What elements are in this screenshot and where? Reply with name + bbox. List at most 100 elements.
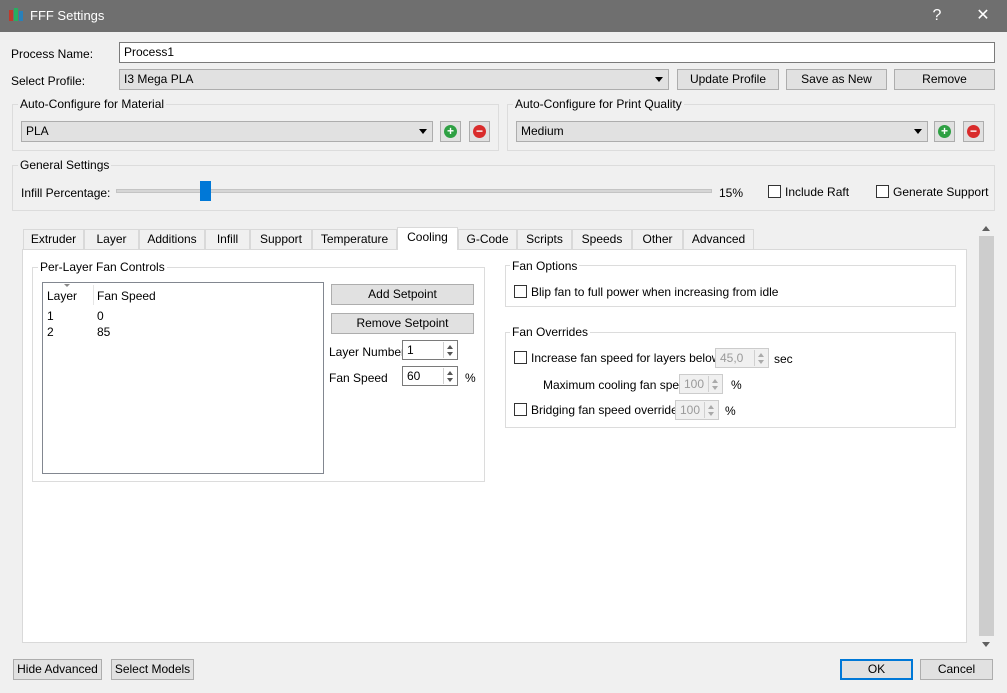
quality-value: Medium bbox=[521, 124, 564, 138]
quality-group-label: Auto-Configure for Print Quality bbox=[513, 97, 684, 111]
chevron-down-icon bbox=[419, 129, 427, 134]
tab-extruder[interactable]: Extruder bbox=[23, 229, 84, 249]
table-row[interactable]: 2 85 bbox=[43, 324, 323, 341]
title-bar: FFF Settings ? ✕ bbox=[0, 0, 1007, 32]
tab-cooling[interactable]: Cooling bbox=[397, 227, 458, 250]
row-speed: 0 bbox=[97, 309, 104, 323]
fan-speed-label: Fan Speed bbox=[329, 371, 388, 385]
tab-gcode[interactable]: G-Code bbox=[458, 229, 517, 249]
include-raft-label: Include Raft bbox=[785, 185, 850, 199]
increase-fan-input[interactable]: 45,0 bbox=[715, 348, 769, 368]
scrollbar[interactable] bbox=[978, 222, 995, 653]
tab-speeds[interactable]: Speeds bbox=[572, 229, 632, 249]
fan-controls-label: Per-Layer Fan Controls bbox=[38, 260, 167, 274]
select-models-button[interactable]: Select Models bbox=[111, 659, 194, 680]
add-setpoint-button[interactable]: Add Setpoint bbox=[331, 284, 474, 305]
tab-scripts[interactable]: Scripts bbox=[517, 229, 572, 249]
update-profile-button[interactable]: Update Profile bbox=[677, 69, 779, 90]
window-title: FFF Settings bbox=[30, 8, 105, 23]
generate-support-checkbox[interactable] bbox=[876, 185, 889, 198]
layer-number-input[interactable]: 1 bbox=[402, 340, 458, 360]
table-row[interactable]: 1 0 bbox=[43, 307, 323, 324]
bridging-checkbox[interactable] bbox=[514, 403, 527, 416]
minus-icon: − bbox=[473, 125, 486, 138]
remove-quality-button[interactable]: − bbox=[963, 121, 984, 142]
minus-icon: − bbox=[967, 125, 980, 138]
increase-fan-label: Increase fan speed for layers below bbox=[531, 351, 721, 365]
increase-fan-value: 45,0 bbox=[720, 351, 744, 365]
include-raft-checkbox[interactable] bbox=[768, 185, 781, 198]
ok-button[interactable]: OK bbox=[840, 659, 913, 680]
fan-speed-value: 60 bbox=[407, 369, 421, 383]
increase-fan-unit: sec bbox=[774, 352, 793, 366]
fan-overrides-label: Fan Overrides bbox=[510, 325, 591, 339]
max-cooling-value: 100 bbox=[684, 377, 705, 391]
plus-icon: + bbox=[938, 125, 951, 138]
spin-arrows-icon[interactable] bbox=[754, 350, 767, 366]
spin-arrows-icon[interactable] bbox=[443, 368, 456, 384]
spin-arrows-icon[interactable] bbox=[708, 376, 721, 392]
blip-fan-label: Blip fan to full power when increasing f… bbox=[531, 285, 779, 299]
generate-support-label: Generate Support bbox=[893, 185, 989, 199]
general-settings-label: General Settings bbox=[18, 158, 112, 172]
process-name-label: Process Name: bbox=[11, 47, 94, 61]
max-cooling-input[interactable]: 100 bbox=[679, 374, 723, 394]
column-divider bbox=[93, 285, 94, 305]
blip-fan-checkbox[interactable] bbox=[514, 285, 527, 298]
chevron-down-icon bbox=[655, 77, 663, 82]
remove-setpoint-button[interactable]: Remove Setpoint bbox=[331, 313, 474, 334]
setpoint-table[interactable]: Layer Fan Speed 1 0 2 85 bbox=[42, 282, 324, 474]
tab-temperature[interactable]: Temperature bbox=[312, 229, 397, 249]
infill-value: 15% bbox=[719, 186, 744, 200]
add-quality-button[interactable]: + bbox=[934, 121, 955, 142]
save-as-new-button[interactable]: Save as New bbox=[786, 69, 887, 90]
max-cooling-unit: % bbox=[731, 378, 742, 392]
increase-fan-checkbox[interactable] bbox=[514, 351, 527, 364]
row-layer: 2 bbox=[47, 325, 54, 339]
spin-arrows-icon[interactable] bbox=[443, 342, 456, 358]
fan-speed-unit: % bbox=[465, 371, 476, 385]
tab-other[interactable]: Other bbox=[632, 229, 683, 249]
add-material-button[interactable]: + bbox=[440, 121, 461, 142]
tab-advanced[interactable]: Advanced bbox=[683, 229, 754, 249]
tab-additions[interactable]: Additions bbox=[139, 229, 205, 249]
close-button[interactable]: ✕ bbox=[960, 0, 1006, 32]
tab-infill[interactable]: Infill bbox=[205, 229, 250, 249]
bridging-unit: % bbox=[725, 404, 736, 418]
fan-speed-input[interactable]: 60 bbox=[402, 366, 458, 386]
scroll-down-icon[interactable] bbox=[982, 642, 990, 647]
cancel-button[interactable]: Cancel bbox=[920, 659, 993, 680]
bridging-input[interactable]: 100 bbox=[675, 400, 719, 420]
layer-number-label: Layer Number bbox=[329, 345, 406, 359]
column-layer[interactable]: Layer bbox=[47, 289, 77, 303]
fan-options-label: Fan Options bbox=[510, 259, 580, 273]
scroll-up-icon[interactable] bbox=[982, 226, 990, 231]
process-name-input[interactable]: Process1 bbox=[119, 42, 995, 63]
layer-number-value: 1 bbox=[407, 343, 414, 357]
help-button[interactable]: ? bbox=[914, 0, 960, 32]
quality-select[interactable]: Medium bbox=[516, 121, 928, 142]
select-profile-label: Select Profile: bbox=[11, 74, 86, 88]
hide-advanced-button[interactable]: Hide Advanced bbox=[13, 659, 102, 680]
tab-layer[interactable]: Layer bbox=[84, 229, 139, 249]
bridging-value: 100 bbox=[680, 403, 701, 417]
remove-material-button[interactable]: − bbox=[469, 121, 490, 142]
infill-percentage-label: Infill Percentage: bbox=[21, 186, 111, 200]
row-speed: 85 bbox=[97, 325, 111, 339]
column-fan-speed[interactable]: Fan Speed bbox=[97, 289, 156, 303]
max-cooling-label: Maximum cooling fan speed bbox=[543, 378, 693, 392]
app-icon bbox=[9, 8, 23, 21]
scrollbar-thumb[interactable] bbox=[979, 236, 994, 636]
tab-support[interactable]: Support bbox=[250, 229, 312, 249]
material-value: PLA bbox=[26, 124, 49, 138]
spin-arrows-icon[interactable] bbox=[704, 402, 717, 418]
chevron-down-icon bbox=[914, 129, 922, 134]
remove-profile-button[interactable]: Remove bbox=[894, 69, 995, 90]
profile-value: I3 Mega PLA bbox=[124, 72, 194, 86]
bridging-label: Bridging fan speed override bbox=[531, 403, 678, 417]
plus-icon: + bbox=[444, 125, 457, 138]
profile-select[interactable]: I3 Mega PLA bbox=[119, 69, 669, 90]
infill-slider-thumb[interactable] bbox=[199, 181, 211, 201]
material-select[interactable]: PLA bbox=[21, 121, 433, 142]
sort-indicator-icon bbox=[64, 284, 70, 287]
